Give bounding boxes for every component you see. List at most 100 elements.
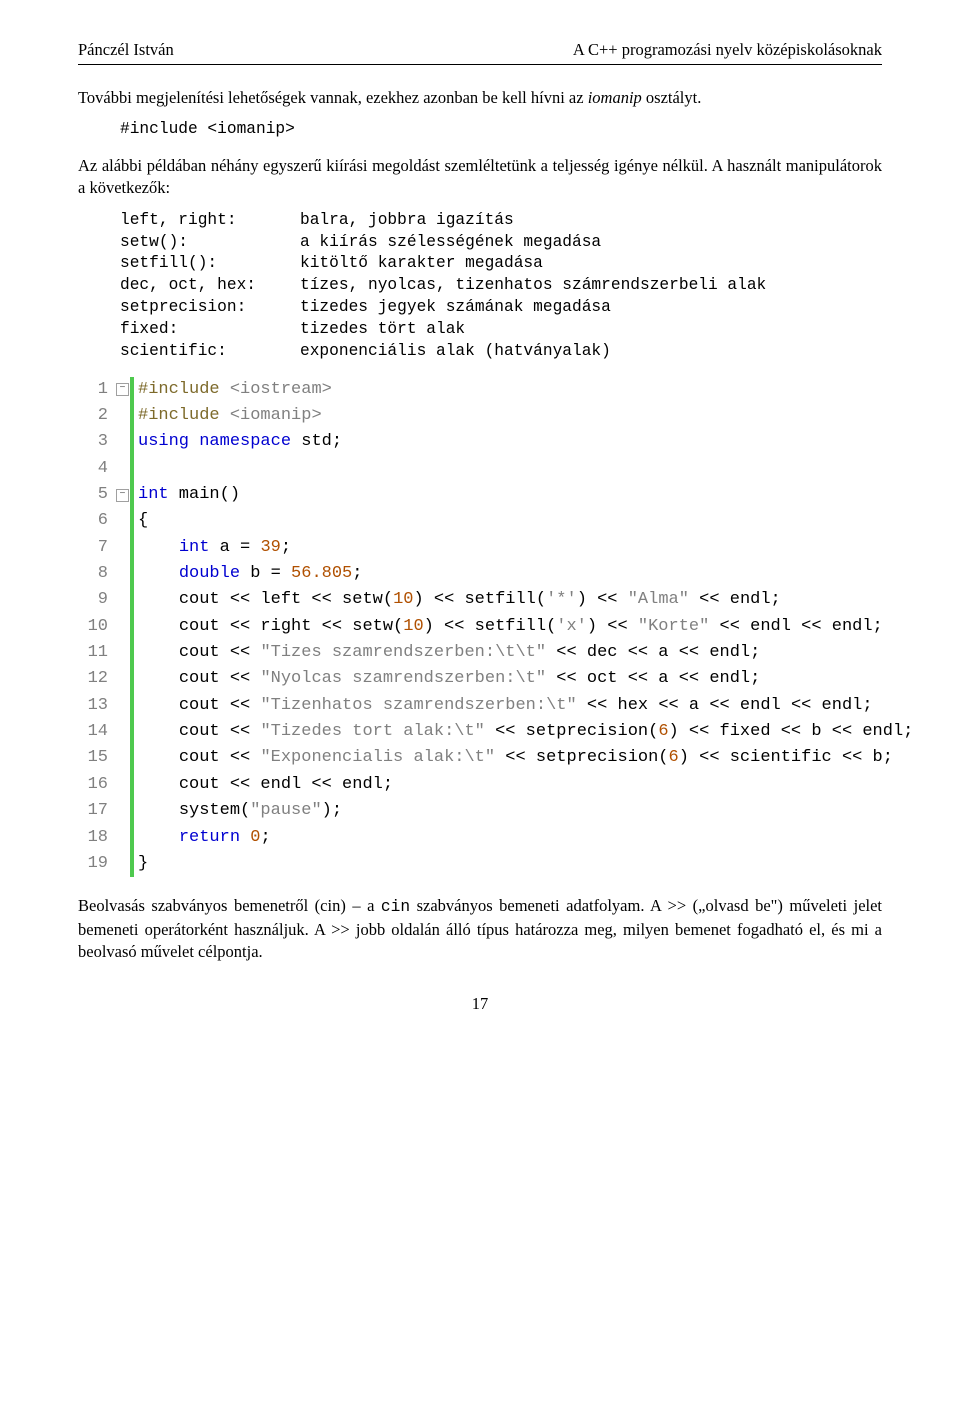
header-rule bbox=[78, 64, 882, 65]
list-item: setprecision:tizedes jegyek számának meg… bbox=[120, 297, 882, 319]
gutter bbox=[116, 587, 138, 613]
paragraph-manip-intro: Az alábbi példában néhány egyszerű kiírá… bbox=[78, 155, 882, 200]
editor-line: 15 cout << "Exponencialis alak:\t" << se… bbox=[78, 745, 882, 771]
value: kitöltő karakter megadása bbox=[300, 253, 543, 275]
gutter bbox=[116, 745, 138, 771]
line-number: 7 bbox=[78, 535, 116, 561]
code-content: #include <iostream> bbox=[138, 377, 332, 403]
line-number: 17 bbox=[78, 798, 116, 824]
change-bar bbox=[130, 772, 134, 798]
change-bar bbox=[130, 745, 134, 771]
editor-line: 1−#include <iostream> bbox=[78, 377, 882, 403]
gutter bbox=[116, 561, 138, 587]
paragraph-cin: Beolvasás szabványos bemenetről (cin) – … bbox=[78, 895, 882, 963]
change-bar bbox=[130, 614, 134, 640]
line-number: 15 bbox=[78, 745, 116, 771]
change-bar bbox=[130, 508, 134, 534]
gutter bbox=[116, 535, 138, 561]
header-title: A C++ programozási nyelv középiskolásokn… bbox=[573, 40, 882, 60]
editor-line: 4 bbox=[78, 456, 882, 482]
code-editor: 1−#include <iostream>2#include <iomanip>… bbox=[78, 377, 882, 878]
gutter bbox=[116, 719, 138, 745]
change-bar bbox=[130, 535, 134, 561]
code-content: cout << endl << endl; bbox=[138, 772, 393, 798]
value: tizedes jegyek számának megadása bbox=[300, 297, 611, 319]
fold-toggle-icon[interactable]: − bbox=[116, 489, 129, 502]
code-content: #include <iomanip> bbox=[138, 403, 322, 429]
editor-line: 12 cout << "Nyolcas szamrendszerben:\t" … bbox=[78, 666, 882, 692]
line-number: 12 bbox=[78, 666, 116, 692]
list-item: setfill():kitöltő karakter megadása bbox=[120, 253, 882, 275]
line-number: 13 bbox=[78, 693, 116, 719]
code-include: #include <iomanip> bbox=[120, 119, 882, 141]
mono-text: cin bbox=[381, 898, 410, 916]
change-bar bbox=[130, 482, 134, 508]
editor-line: 18 return 0; bbox=[78, 825, 882, 851]
line-number: 11 bbox=[78, 640, 116, 666]
gutter bbox=[116, 508, 138, 534]
gutter bbox=[116, 640, 138, 666]
gutter bbox=[116, 456, 138, 482]
editor-line: 5−int main() bbox=[78, 482, 882, 508]
paragraph-intro: További megjelenítési lehetőségek vannak… bbox=[78, 87, 882, 109]
list-item: left, right:balra, jobbra igazítás bbox=[120, 210, 882, 232]
editor-line: 2 #include <iomanip> bbox=[78, 403, 882, 429]
italic-text: iomanip bbox=[588, 88, 642, 107]
editor-line: 10 cout << right << setw(10) << setfill(… bbox=[78, 614, 882, 640]
key: fixed: bbox=[120, 319, 300, 341]
gutter bbox=[116, 429, 138, 455]
editor-line: 9 cout << left << setw(10) << setfill('*… bbox=[78, 587, 882, 613]
line-number: 19 bbox=[78, 851, 116, 877]
value: tízes, nyolcas, tizenhatos számrendszerb… bbox=[300, 275, 766, 297]
change-bar bbox=[130, 666, 134, 692]
list-item: dec, oct, hex:tízes, nyolcas, tizenhatos… bbox=[120, 275, 882, 297]
line-number: 4 bbox=[78, 456, 116, 482]
code-content: cout << left << setw(10) << setfill('*')… bbox=[138, 587, 781, 613]
text: További megjelenítési lehetőségek vannak… bbox=[78, 88, 588, 107]
code-content: cout << right << setw(10) << setfill('x'… bbox=[138, 614, 883, 640]
editor-line: 16 cout << endl << endl; bbox=[78, 772, 882, 798]
code-content: double b = 56.805; bbox=[138, 561, 362, 587]
manipulator-list: left, right:balra, jobbra igazítás setw(… bbox=[120, 210, 882, 363]
editor-line: 14 cout << "Tizedes tort alak:\t" << set… bbox=[78, 719, 882, 745]
line-number: 14 bbox=[78, 719, 116, 745]
change-bar bbox=[130, 429, 134, 455]
editor-line: 13 cout << "Tizenhatos szamrendszerben:\… bbox=[78, 693, 882, 719]
change-bar bbox=[130, 561, 134, 587]
code-content: { bbox=[138, 508, 148, 534]
gutter: − bbox=[116, 377, 138, 403]
fold-toggle-icon[interactable]: − bbox=[116, 383, 129, 396]
line-number: 5 bbox=[78, 482, 116, 508]
code-content: cout << "Tizedes tort alak:\t" << setpre… bbox=[138, 719, 913, 745]
key: scientific: bbox=[120, 341, 300, 363]
change-bar bbox=[130, 403, 134, 429]
gutter bbox=[116, 666, 138, 692]
line-number: 8 bbox=[78, 561, 116, 587]
line-number: 2 bbox=[78, 403, 116, 429]
editor-line: 11 cout << "Tizes szamrendszerben:\t\t" … bbox=[78, 640, 882, 666]
page-header: Pánczél István A C++ programozási nyelv … bbox=[78, 40, 882, 60]
line-number: 16 bbox=[78, 772, 116, 798]
change-bar bbox=[130, 693, 134, 719]
code-content: system("pause"); bbox=[138, 798, 342, 824]
code-content: cout << "Exponencialis alak:\t" << setpr… bbox=[138, 745, 893, 771]
list-item: setw():a kiírás szélességének megadása bbox=[120, 232, 882, 254]
value: tizedes tört alak bbox=[300, 319, 465, 341]
text: Az alábbi példában néhány egyszerű kiírá… bbox=[78, 156, 882, 197]
code-content: return 0; bbox=[138, 825, 271, 851]
change-bar bbox=[130, 825, 134, 851]
value: balra, jobbra igazítás bbox=[300, 210, 514, 232]
key: left, right: bbox=[120, 210, 300, 232]
key: dec, oct, hex: bbox=[120, 275, 300, 297]
editor-line: 8 double b = 56.805; bbox=[78, 561, 882, 587]
gutter bbox=[116, 851, 138, 877]
editor-line: 6{ bbox=[78, 508, 882, 534]
code-text: #include <iomanip> bbox=[120, 120, 295, 138]
line-number: 10 bbox=[78, 614, 116, 640]
line-number: 9 bbox=[78, 587, 116, 613]
editor-line: 3using namespace std; bbox=[78, 429, 882, 455]
text: Beolvasás szabványos bemenetről (cin) – … bbox=[78, 896, 381, 915]
line-number: 1 bbox=[78, 377, 116, 403]
code-content: cout << "Tizenhatos szamrendszerben:\t" … bbox=[138, 693, 873, 719]
change-bar bbox=[130, 587, 134, 613]
